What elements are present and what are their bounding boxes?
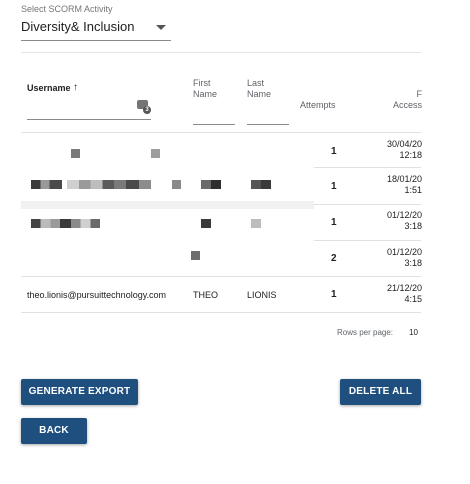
header-text: F [416, 89, 423, 99]
filter-count-badge: 3 [143, 106, 151, 114]
redacted-text [31, 180, 62, 189]
date-text: 18/01/20 [386, 174, 422, 184]
arrow-drop-down-icon[interactable] [156, 25, 166, 30]
generate-export-button[interactable]: GENERATE EXPORT [21, 379, 138, 405]
first-access-cell: 30/04/20 12:18 [362, 139, 422, 161]
time-text: 12:18 [399, 150, 422, 160]
username-filter-input[interactable] [27, 119, 151, 120]
redacted-text [172, 180, 181, 189]
time-text: 1:51 [404, 185, 422, 195]
first-access-cell: 01/12/20 3:18 [362, 210, 422, 232]
redacted-text [71, 149, 80, 158]
date-text: 21/12/20 [386, 283, 422, 293]
attempts-cell: 1 [331, 146, 337, 157]
last-name-cell: LIONIS [247, 290, 277, 300]
activity-select-underline [21, 40, 171, 41]
column-header-first-name[interactable]: First Name [193, 78, 217, 100]
first-access-cell: 18/01/20 1:51 [362, 174, 422, 196]
rows-per-page-select[interactable]: 10 [409, 328, 418, 337]
first-access-cell: 21/12/20 4:15 [362, 283, 422, 305]
time-text: 3:18 [404, 258, 422, 268]
divider [21, 52, 421, 53]
username-cell: theo.lionis@pursuittechnology.com [27, 290, 167, 300]
redacted-text [151, 149, 160, 158]
table-row[interactable] [21, 133, 421, 167]
first-name-filter-input[interactable] [193, 124, 235, 125]
header-text: Last [247, 78, 265, 88]
redacted-text [201, 219, 211, 228]
last-name-filter-input[interactable] [247, 124, 289, 125]
redacted-text [201, 180, 221, 189]
header-text: Name [193, 89, 218, 99]
header-text: First [193, 78, 211, 88]
header-text: Access [392, 100, 422, 110]
redacted-text [191, 251, 200, 260]
table-row[interactable] [21, 241, 421, 276]
redacted-text [251, 219, 261, 228]
attempts-cell: 1 [331, 289, 337, 300]
header-text: Name [247, 89, 272, 99]
activity-select-label: Select SCORM Activity [21, 4, 113, 14]
column-header-username[interactable]: Username [27, 83, 71, 93]
column-header-last-name[interactable]: Last Name [247, 78, 271, 100]
activity-select[interactable]: Diversity& Inclusion [21, 19, 134, 34]
date-text: 30/04/20 [386, 139, 422, 149]
first-name-cell: THEO [193, 290, 219, 300]
column-header-first-access[interactable]: F Access [390, 89, 422, 111]
attempts-cell: 1 [331, 181, 337, 192]
arrow-up-icon[interactable]: ↑ [73, 82, 78, 93]
attempts-cell: 2 [331, 253, 337, 264]
back-button[interactable]: BACK [21, 418, 87, 444]
attempts-cell: 1 [331, 217, 337, 228]
time-text: 3:18 [404, 221, 422, 231]
date-text: 01/12/20 [386, 247, 422, 257]
row-divider [21, 312, 421, 313]
redacted-text [31, 219, 100, 228]
date-text: 01/12/20 [386, 210, 422, 220]
redacted-text [67, 180, 151, 189]
time-text: 4:15 [404, 294, 422, 304]
first-access-cell: 01/12/20 3:18 [362, 247, 422, 269]
redacted-text [251, 180, 271, 189]
rows-per-page-label: Rows per page: [337, 328, 394, 337]
column-header-attempts[interactable]: Attempts [300, 100, 336, 111]
delete-all-button[interactable]: DELETE ALL [340, 379, 421, 405]
